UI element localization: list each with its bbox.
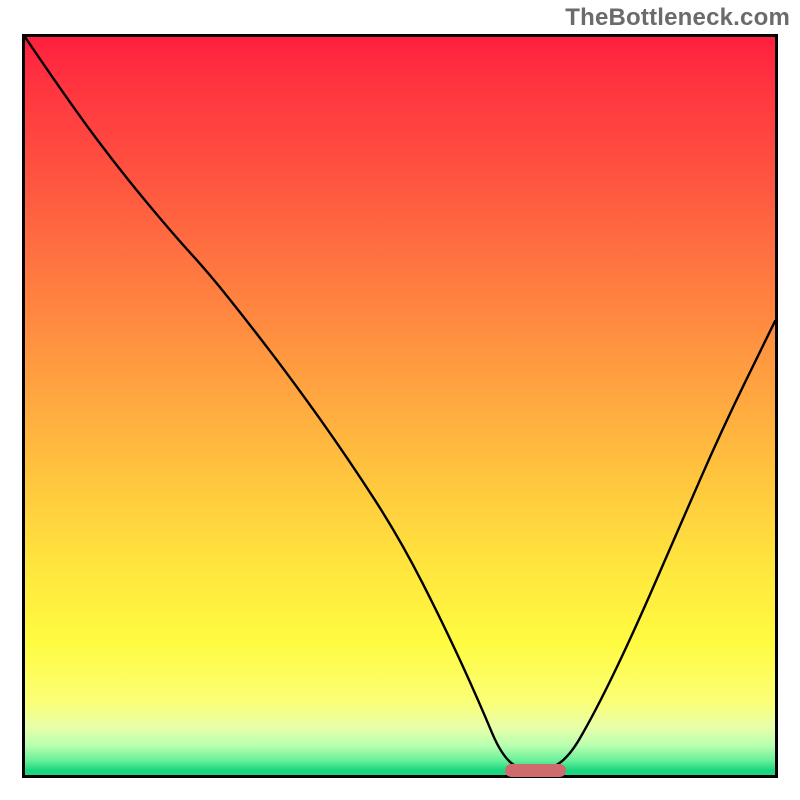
chart-container: TheBottleneck.com	[0, 0, 800, 800]
watermark-text: TheBottleneck.com	[565, 4, 790, 32]
plot-frame	[22, 34, 778, 778]
plot-background-gradient	[25, 37, 775, 775]
optimal-marker	[505, 764, 566, 777]
